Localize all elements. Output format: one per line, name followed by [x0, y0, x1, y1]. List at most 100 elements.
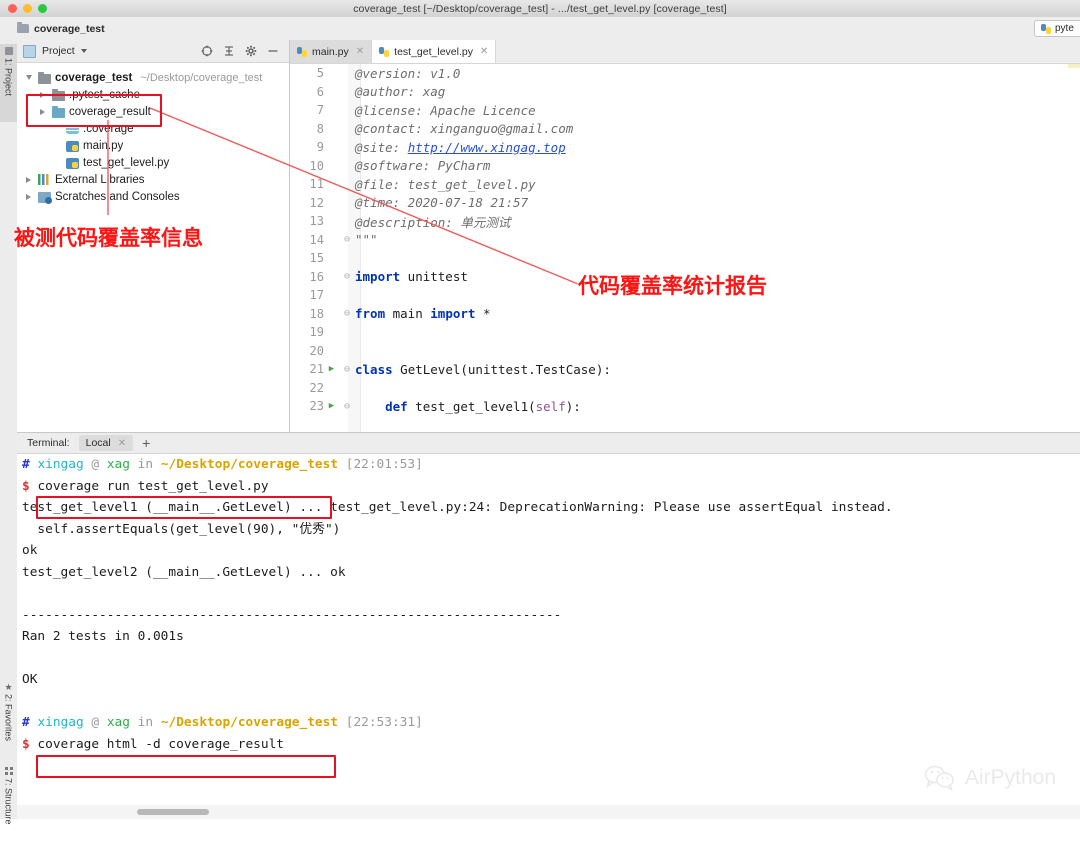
code-text: @software: PyCharm [355, 158, 491, 174]
code-fold-icon[interactable]: ⊖ [339, 308, 355, 319]
code-text: @contact: xinganguo@gmail.com [355, 121, 574, 137]
code-fold-icon[interactable]: ⊖ [339, 271, 355, 282]
chevron-down-icon[interactable] [80, 49, 87, 53]
annotation-label-tree: 被测代码覆盖率信息 [14, 226, 203, 250]
tool-window-label-favorites: 2: Favorites [3, 694, 14, 742]
line-number: 9 [316, 140, 324, 155]
line-number: 18 [309, 306, 324, 321]
editor-scrollbar[interactable] [1068, 64, 1080, 433]
line-number: 22 [309, 380, 324, 395]
run-test-icon[interactable]: ▶ [324, 401, 339, 411]
folder-icon [17, 22, 29, 33]
python-file-icon [66, 157, 79, 169]
window-titlebar: coverage_test [~/Desktop/coverage_test] … [0, 0, 1080, 18]
gear-icon[interactable] [244, 45, 257, 58]
folder-icon [38, 71, 51, 84]
terminal-command-text: coverage html -d coverage_result [37, 736, 284, 752]
collapse-arrow-icon[interactable] [23, 75, 34, 80]
breadcrumb[interactable]: coverage_test [0, 22, 105, 35]
code-line: 21 ▶ ⊖ class GetLevel(unittest.TestCase): [290, 360, 1080, 379]
terminal-tab-label: Local [85, 437, 111, 449]
editor-tab-label: main.py [312, 45, 349, 58]
tool-window-button-project[interactable]: 1: Project [0, 44, 17, 122]
watermark-text: AirPython [964, 766, 1056, 789]
project-panel-header: Project [17, 40, 289, 63]
tree-node-test-get-level-py[interactable]: test_get_level.py [17, 154, 289, 171]
code-text: import unittest [355, 269, 468, 285]
code-text: @time: 2020-07-18 21:57 [355, 195, 529, 211]
code-line: 14 ⊖ """ [290, 231, 1080, 250]
breadcrumb-label: coverage_test [34, 22, 105, 35]
locate-icon[interactable] [200, 45, 213, 58]
code-line: 6 @author: xag [290, 83, 1080, 102]
editor-area: main.py ✕ test_get_level.py ✕ 5 @version: v1… [290, 40, 1080, 433]
pycharm-window: coverage_test [~/Desktop/coverage_test] … [0, 0, 1080, 825]
expand-arrow-icon[interactable] [23, 193, 34, 200]
code-fold-icon[interactable]: ⊖ [339, 364, 355, 375]
code-lines: 5 @version: v1.0 6 @author: xag 7 @license: A… [290, 64, 1080, 416]
navigation-bar: coverage_test pyte [0, 17, 1080, 41]
highlight-box-coverage-files [26, 94, 162, 127]
editor-tab-strip[interactable]: main.py ✕ test_get_level.py ✕ [290, 40, 1080, 64]
line-number: 5 [316, 66, 324, 81]
close-icon[interactable]: ✕ [118, 438, 126, 449]
code-fold-icon[interactable]: ⊖ [339, 401, 355, 412]
line-number: 15 [309, 251, 324, 266]
line-number: 14 [309, 232, 324, 247]
close-icon[interactable]: ✕ [356, 46, 364, 57]
collapse-all-icon[interactable] [222, 45, 235, 58]
line-number: 21 [309, 362, 324, 377]
tree-node-path: ~/Desktop/coverage_test [140, 71, 263, 84]
tree-node-main-py[interactable]: main.py [17, 137, 289, 154]
code-line: 19 [290, 323, 1080, 342]
editor-tab-label: test_get_level.py [394, 45, 473, 58]
code-line: 7 @license: Apache Licence [290, 101, 1080, 120]
tree-node-external-libraries[interactable]: External Libraries [17, 171, 289, 188]
line-number: 8 [316, 121, 324, 136]
wechat-icon [924, 765, 954, 791]
structure-icon [4, 767, 13, 775]
editor-tab-main-py[interactable]: main.py ✕ [290, 40, 373, 63]
hide-panel-icon[interactable] [266, 45, 279, 58]
line-number: 19 [309, 325, 324, 340]
tree-node-label: coverage_test [55, 71, 133, 84]
terminal-output-line: ok [22, 543, 38, 558]
tree-node-coverage-test[interactable]: coverage_test ~/Desktop/coverage_test [17, 69, 289, 86]
line-number: 10 [309, 158, 324, 173]
tree-node-label: test_get_level.py [83, 156, 170, 169]
code-line: 12 @time: 2020-07-18 21:57 [290, 194, 1080, 213]
horizontal-scrollbar[interactable] [17, 805, 1080, 819]
terminal-tab-local[interactable]: Local ✕ [78, 435, 134, 451]
code-text: def test_get_level1(self): [385, 398, 581, 414]
tool-window-button-favorites[interactable]: ★ 2: Favorites [0, 680, 17, 754]
line-number: 20 [309, 343, 324, 358]
code-fold-icon[interactable]: ⊖ [339, 234, 355, 245]
code-line: 8 @contact: xinganguo@gmail.com [290, 120, 1080, 139]
project-icon [4, 47, 13, 55]
python-icon [379, 46, 390, 57]
line-number: 13 [309, 214, 324, 229]
run-configuration-selector[interactable]: pyte [1034, 20, 1080, 37]
project-view-icon [23, 44, 36, 58]
code-line: 9 @site: http://www.xingag.top [290, 138, 1080, 157]
python-file-icon [66, 140, 79, 152]
project-tree[interactable]: coverage_test ~/Desktop/coverage_test .pyt… [17, 63, 289, 205]
tool-window-button-structure[interactable]: 7: Structure [0, 764, 17, 842]
close-icon[interactable]: ✕ [480, 46, 488, 57]
expand-arrow-icon[interactable] [23, 176, 34, 183]
new-terminal-tab-button[interactable]: + [142, 436, 150, 450]
terminal-output-line: self.assertEquals(get_level(90), "优秀") [22, 521, 341, 537]
highlight-box-coverage-html-command [36, 755, 336, 778]
tree-node-scratches-and-consoles[interactable]: Scratches and Consoles [17, 188, 289, 205]
warning-stripe [1068, 64, 1080, 68]
editor-tab-test_get_level-py[interactable]: test_get_level.py ✕ [372, 40, 497, 63]
code-line: 18 ⊖ from main import * [290, 305, 1080, 324]
run-configuration-label: pyte [1055, 23, 1074, 34]
code-line: 13 @description: 单元测试 [290, 212, 1080, 231]
code-editor[interactable]: 5 @version: v1.0 6 @author: xag 7 @license: A… [290, 64, 1080, 433]
scrollbar-thumb[interactable] [137, 809, 209, 815]
run-test-icon[interactable]: ▶ [324, 364, 339, 374]
terminal-label: Terminal: [27, 437, 70, 449]
